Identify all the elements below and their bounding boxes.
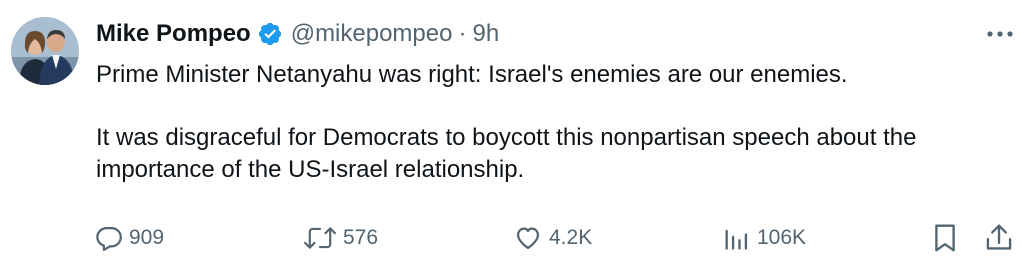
more-options-button[interactable] xyxy=(980,22,1020,46)
tweet-text: Prime Minister Netanyahu was right: Isra… xyxy=(96,59,1016,185)
views-bar-chart-icon xyxy=(725,229,748,250)
like-count: 4.2K xyxy=(549,226,593,249)
more-dots-icon xyxy=(987,31,1013,37)
tweet-paragraph: Prime Minister Netanyahu was right: Isra… xyxy=(96,61,848,88)
views-button[interactable]: 106K xyxy=(721,220,806,256)
tweet-timestamp[interactable]: 9h xyxy=(472,20,499,48)
retweet-count: 576 xyxy=(343,226,379,249)
reply-icon xyxy=(96,226,122,252)
author-name[interactable]: Mike Pompeo xyxy=(96,20,251,48)
share-icon xyxy=(986,224,1012,250)
retweet-button[interactable]: 576 xyxy=(303,220,378,256)
verified-badge-icon xyxy=(257,21,283,47)
reply-count: 909 xyxy=(129,226,165,249)
retweet-icon xyxy=(303,227,337,249)
tweet-paragraph: It was disgraceful for Democrats to boyc… xyxy=(96,124,917,183)
separator-dot: · xyxy=(458,20,467,47)
like-button[interactable]: 4.2K xyxy=(513,220,592,256)
tweet-header: Mike Pompeo @mikepompeo · 9h xyxy=(96,17,499,51)
heart-icon xyxy=(516,227,540,250)
views-count: 106K xyxy=(757,226,807,249)
tweet-actions: 909 576 4.2K 106K xyxy=(0,220,1033,256)
avatar-photo xyxy=(11,17,79,85)
bookmark-button[interactable] xyxy=(930,220,960,256)
tweet-card[interactable]: Mike Pompeo @mikepompeo · 9h Prime Minis… xyxy=(0,0,1033,267)
bookmark-icon xyxy=(935,224,955,252)
author-handle[interactable]: @mikepompeo xyxy=(291,20,453,48)
avatar[interactable] xyxy=(11,17,79,85)
reply-button[interactable]: 909 xyxy=(95,220,164,256)
share-button[interactable] xyxy=(984,220,1014,256)
